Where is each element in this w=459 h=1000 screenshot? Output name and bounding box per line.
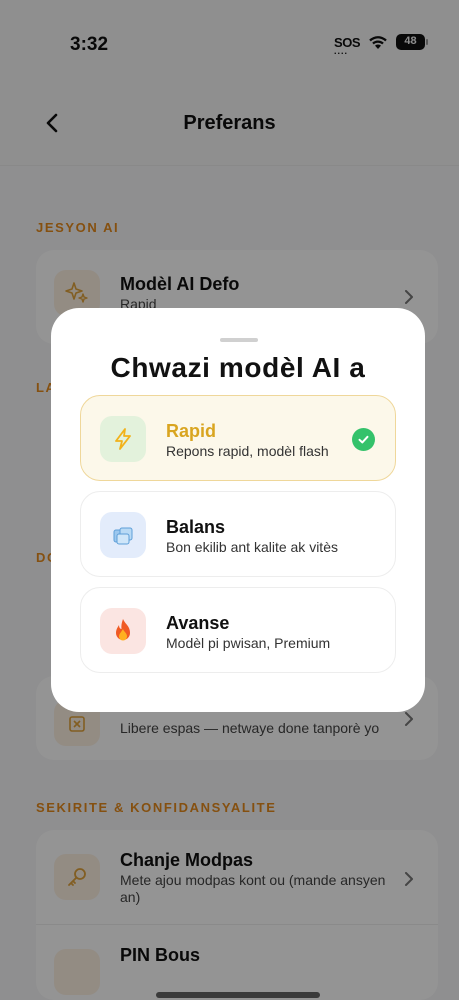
option-balans[interactable]: Balans Bon ekilib ant kalite ak vitès	[80, 491, 396, 577]
model-picker-sheet: Chwazi modèl AI a Rapid Repons rapid, mo…	[51, 308, 425, 712]
fire-icon	[100, 608, 146, 654]
lightning-icon	[100, 416, 146, 462]
option-title: Rapid	[166, 421, 217, 441]
option-avanse[interactable]: Avanse Modèl pi pwisan, Premium	[80, 587, 396, 673]
option-rapid[interactable]: Rapid Repons rapid, modèl flash	[80, 395, 396, 481]
option-description: Repons rapid, modèl flash	[166, 443, 329, 459]
phone-screen: 3:32 SOS 48 Preferans JESYON AI Modèl AI…	[0, 0, 459, 1000]
option-description: Bon ekilib ant kalite ak vitès	[166, 539, 338, 555]
sheet-title: Chwazi modèl AI a	[110, 352, 366, 383]
home-indicator[interactable]	[156, 992, 320, 998]
checkmark-icon	[352, 428, 375, 451]
option-title: Balans	[166, 517, 226, 537]
ice-cube-icon	[100, 512, 146, 558]
option-title: Avanse	[166, 613, 230, 633]
option-description: Modèl pi pwisan, Premium	[166, 635, 331, 651]
sheet-grabber[interactable]	[220, 338, 258, 342]
